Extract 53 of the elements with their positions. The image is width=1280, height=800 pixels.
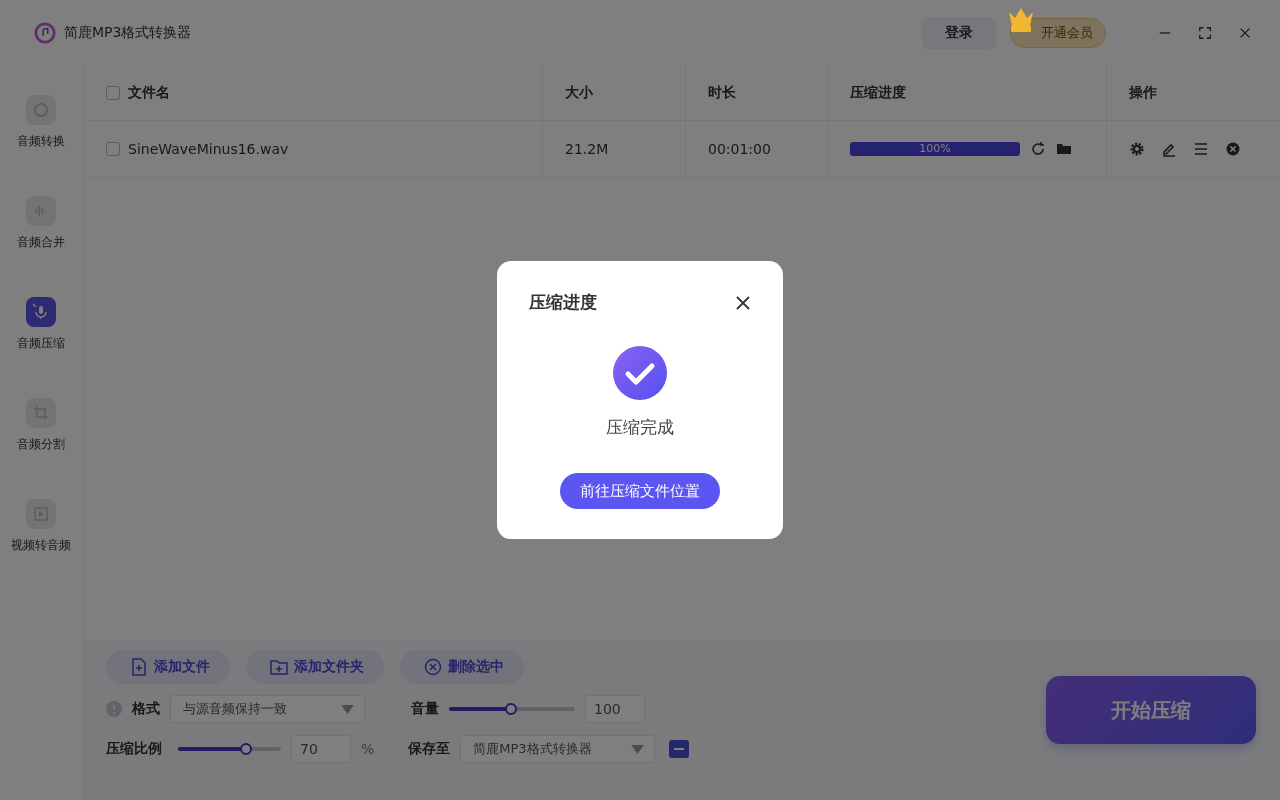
folder-icon[interactable]: [669, 739, 690, 759]
column-header: 文件名: [128, 83, 170, 102]
info-icon: [106, 701, 122, 717]
volume-slider[interactable]: [449, 703, 575, 715]
login-button[interactable]: 登录: [922, 16, 996, 49]
save-to-label: 保存至: [408, 740, 451, 758]
app-title: 简鹿MP3格式转换器: [64, 23, 192, 42]
video-icon: [31, 504, 51, 524]
dropdown-caret-icon: [631, 744, 645, 754]
percent-unit: %: [361, 741, 375, 757]
file-plus-icon: [130, 658, 148, 676]
sidebar-item[interactable]: 音频合并: [0, 196, 82, 251]
file-duration: 00:01:00: [708, 141, 771, 157]
volume-input[interactable]: 100: [585, 695, 645, 723]
row-checkbox[interactable]: [106, 142, 120, 156]
pen-icon[interactable]: [1161, 141, 1177, 157]
format-label: 格式: [132, 700, 160, 718]
sidebar-item[interactable]: 音频压缩: [0, 297, 82, 352]
column-header: 操作: [1129, 83, 1157, 102]
folder-icon[interactable]: [1056, 141, 1072, 157]
sidebar-item[interactable]: 音频转换: [0, 95, 82, 150]
save-path-dropdown[interactable]: 简鹿MP3格式转换器: [460, 735, 656, 763]
sidebar-item[interactable]: 视频转音频: [0, 499, 82, 554]
dropdown-caret-icon: [341, 704, 354, 714]
ratio-label: 压缩比例: [106, 740, 162, 758]
select-all-checkbox[interactable]: [106, 85, 120, 100]
dialog-message: 压缩完成: [606, 416, 674, 439]
ratio-input[interactable]: 70: [291, 735, 351, 763]
check-circle-icon: [613, 346, 667, 400]
toolbar-button[interactable]: 删除选中: [400, 650, 524, 684]
file-size: 21.2M: [565, 141, 609, 157]
settings-icon[interactable]: [1129, 141, 1145, 157]
column-header: 大小: [565, 83, 593, 102]
toolbar-button[interactable]: 添加文件: [106, 650, 230, 684]
sidebar-item[interactable]: 音频分割: [0, 398, 82, 453]
column-header: 时长: [708, 83, 736, 102]
file-name: SineWaveMinus16.wav: [128, 141, 289, 157]
volume-label: 音量: [411, 700, 439, 718]
dialog-title: 压缩进度: [529, 291, 597, 314]
open-location-button[interactable]: 前往压缩文件位置: [560, 473, 720, 509]
circle-x-icon: [424, 658, 442, 676]
folder-plus-icon: [270, 658, 288, 676]
ratio-slider[interactable]: [178, 743, 281, 755]
start-compress-button[interactable]: 开始压缩: [1046, 676, 1256, 744]
column-header: 压缩进度: [850, 83, 906, 102]
progress-label: 100%: [918, 142, 952, 156]
toolbar-button[interactable]: 添加文件夹: [246, 650, 384, 684]
maximize-icon[interactable]: [1198, 25, 1212, 40]
close-icon[interactable]: [735, 294, 751, 311]
crop-icon: [31, 403, 51, 423]
app-logo-icon: [34, 21, 56, 44]
delete-icon[interactable]: [1225, 141, 1241, 157]
menu-icon[interactable]: [1193, 141, 1209, 157]
